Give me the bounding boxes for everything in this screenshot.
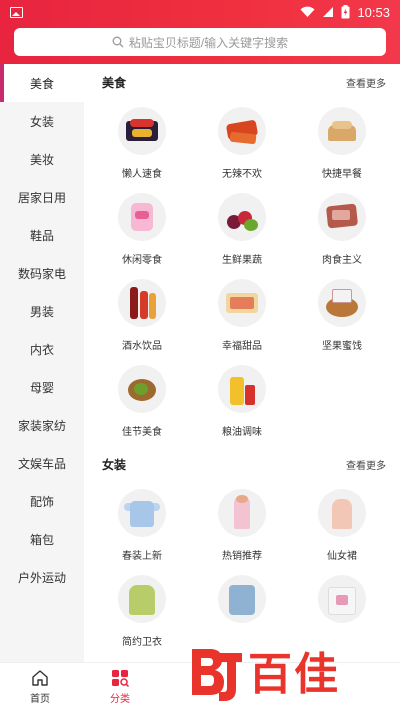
dessert-image <box>218 279 266 327</box>
subcategory-item[interactable]: 坚果蜜饯 <box>292 271 392 357</box>
subcategory-item[interactable] <box>292 567 392 653</box>
sidebar-item-beauty[interactable]: 美妆 <box>0 140 84 178</box>
sidebar-item-home-textiles[interactable]: 家装家纺 <box>0 406 84 444</box>
subcategory-item[interactable]: 佳节美食 <box>92 357 192 443</box>
nuts-image <box>318 279 366 327</box>
subcategory-item[interactable]: 春装上新 <box>92 481 192 567</box>
subcategory-item[interactable]: 幸福甜品 <box>192 271 292 357</box>
search-bar[interactable]: 粘贴宝贝标题/输入关键字搜索 <box>14 28 386 56</box>
home-icon <box>32 670 48 686</box>
sidebar-item-underwear[interactable]: 内衣 <box>0 330 84 368</box>
sidebar-item-womens-wear[interactable]: 女装 <box>0 102 84 140</box>
category-sidebar: 美食 女装 美妆 居家日用 鞋品 数码家电 男装 内衣 母婴 家装家纺 文娱车品… <box>0 64 84 662</box>
section-header-food: 美食 查看更多 <box>84 65 400 99</box>
subcategory-item[interactable]: 无辣不欢 <box>192 99 292 185</box>
sidebar-item-household[interactable]: 居家日用 <box>0 178 84 216</box>
denim-jacket-image <box>218 575 266 623</box>
section-title: 美食 <box>102 75 127 90</box>
tab-home[interactable]: 首页 <box>0 663 80 711</box>
subcategory-item[interactable]: 简约卫衣 <box>92 567 192 653</box>
spicy-snack-image <box>218 107 266 155</box>
watermark-logo: 百佳 <box>186 642 386 708</box>
sidebar-item-food[interactable]: 美食 <box>0 64 84 102</box>
subcategory-item[interactable]: 休闲零食 <box>92 185 192 271</box>
snack-bag-image <box>118 193 166 241</box>
category-icon <box>112 670 130 687</box>
see-more-link[interactable]: 查看更多 <box>346 457 386 472</box>
battery-icon <box>341 5 350 19</box>
wifi-icon <box>300 6 315 18</box>
sidebar-item-shoes[interactable]: 鞋品 <box>0 216 84 254</box>
logo-mark-icon <box>192 649 242 701</box>
section-title: 女装 <box>102 457 127 472</box>
subcategory-item[interactable]: 肉食主义 <box>292 185 392 271</box>
subcategory-item[interactable]: 粮油调味 <box>192 357 292 443</box>
fairy-dress-image <box>318 489 366 537</box>
sidebar-item-electronics[interactable]: 数码家电 <box>0 254 84 292</box>
festival-food-image <box>118 365 166 413</box>
meat-image <box>318 193 366 241</box>
subcategory-item[interactable] <box>192 567 292 653</box>
sidebar-item-mens-wear[interactable]: 男装 <box>0 292 84 330</box>
status-time: 10:53 <box>357 4 390 20</box>
drinks-image <box>118 279 166 327</box>
food-subcategory-grid: 懒人速食 无辣不欢 快捷早餐 休闲零食 生鲜果蔬 肉食主义 酒水饮品 幸福甜品 <box>84 99 400 443</box>
subcategory-item[interactable]: 懒人速食 <box>92 99 192 185</box>
sidebar-item-accessories[interactable]: 配饰 <box>0 482 84 520</box>
sidebar-item-baby[interactable]: 母婴 <box>0 368 84 406</box>
subcategory-item[interactable]: 快捷早餐 <box>292 99 392 185</box>
watermark-text: 百佳 <box>248 650 340 699</box>
search-icon <box>112 36 124 48</box>
womens-wear-subcategory-grid: 春装上新 热销推荐 仙女裙 简约卫衣 <box>84 481 400 653</box>
pink-dress-image <box>218 489 266 537</box>
fresh-fruit-image <box>218 193 266 241</box>
hoodie-image <box>118 575 166 623</box>
subcategory-item[interactable]: 酒水饮品 <box>92 271 192 357</box>
status-bar: 10:53 <box>0 0 400 24</box>
see-more-link[interactable]: 查看更多 <box>346 75 386 90</box>
bread-image <box>318 107 366 155</box>
signal-icon <box>323 7 334 17</box>
subcategory-item[interactable]: 生鲜果蔬 <box>192 185 292 271</box>
sidebar-item-bags[interactable]: 箱包 <box>0 520 84 558</box>
search-placeholder: 粘贴宝贝标题/输入关键字搜索 <box>128 35 289 50</box>
section-header-womens-wear: 女装 查看更多 <box>84 447 400 481</box>
blouse-image <box>118 489 166 537</box>
tab-category[interactable]: 分类 <box>80 663 160 711</box>
app-header: 10:53 粘贴宝贝标题/输入关键字搜索 <box>0 0 400 64</box>
instant-noodles-image <box>118 107 166 155</box>
sidebar-item-entertainment-auto[interactable]: 文娱车品 <box>0 444 84 482</box>
category-content: 美食 查看更多 懒人速食 无辣不欢 快捷早餐 休闲零食 生鲜果蔬 肉食主义 酒水… <box>84 64 400 662</box>
sidebar-item-outdoor[interactable]: 户外运动 <box>0 558 84 596</box>
tshirt-image <box>318 575 366 623</box>
subcategory-item[interactable]: 仙女裙 <box>292 481 392 567</box>
subcategory-item[interactable]: 热销推荐 <box>192 481 292 567</box>
gallery-notification-icon <box>10 6 23 18</box>
cooking-oil-image <box>218 365 266 413</box>
